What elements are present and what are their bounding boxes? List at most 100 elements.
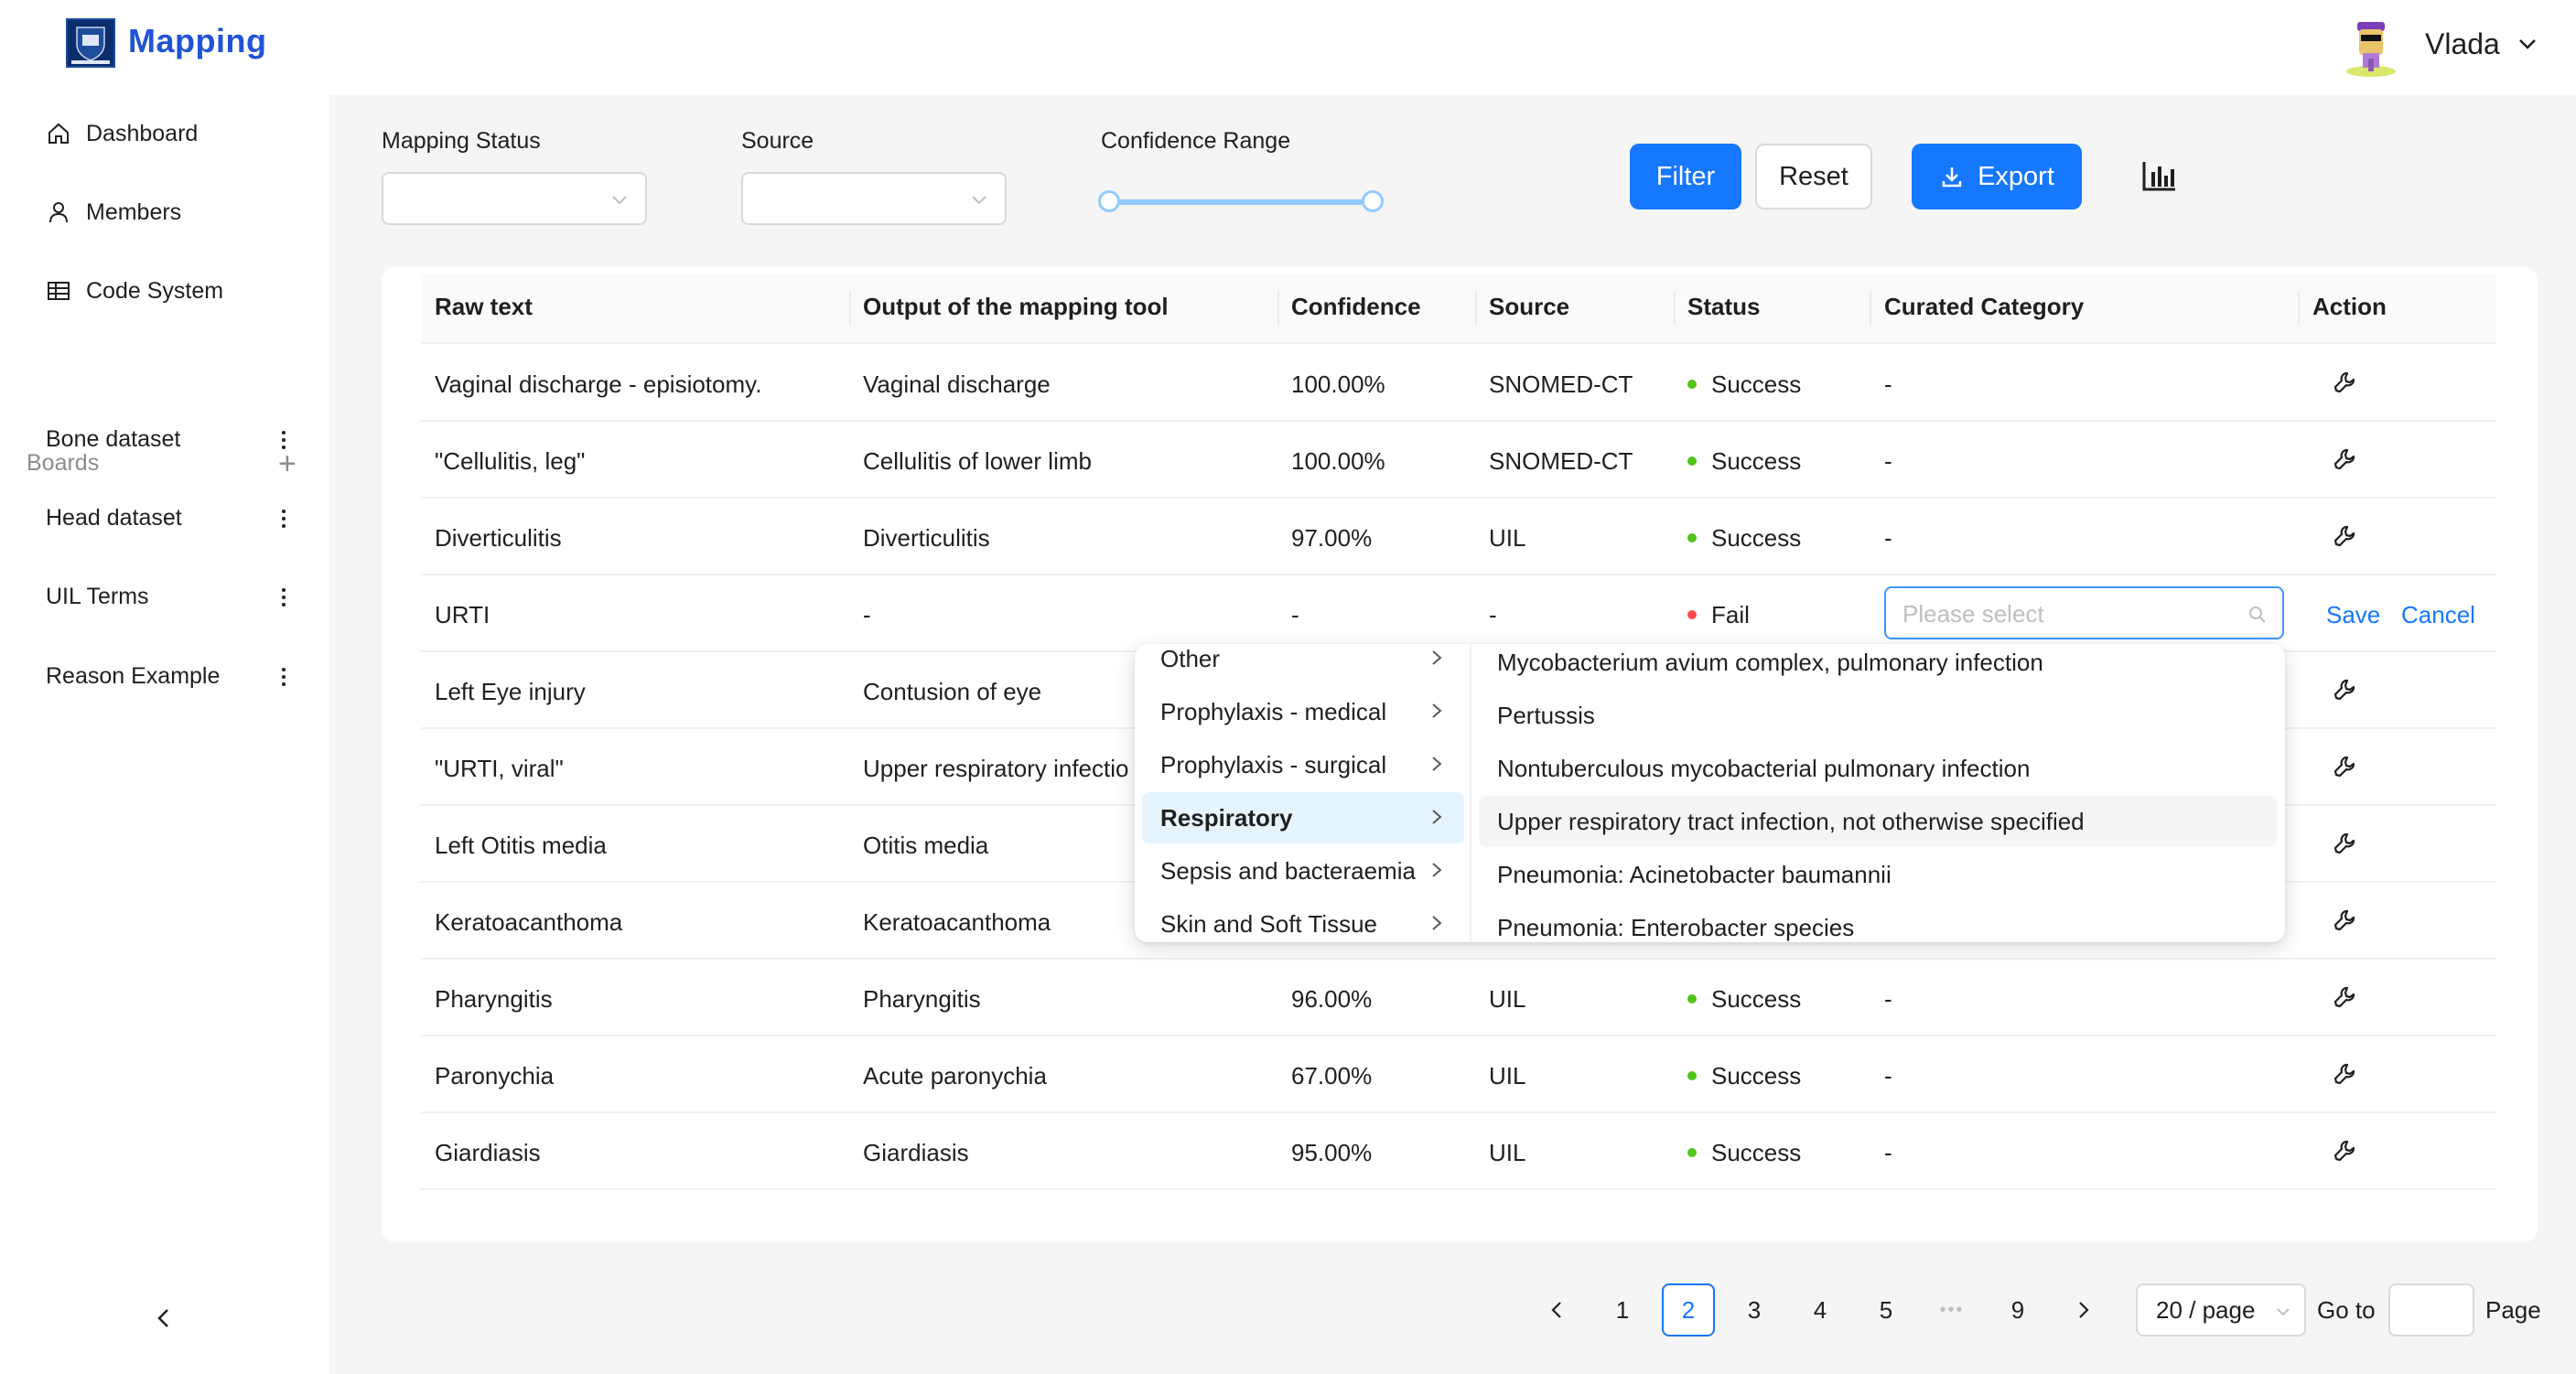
previous-page-icon[interactable] [1547,1299,1567,1321]
home-icon [49,123,69,144]
cell-source: SNOMED-CT [1489,370,1633,398]
page-button-current[interactable]: 2 [1662,1283,1715,1336]
cell-confidence: 100.00% [1291,370,1385,398]
page-button[interactable]: 9 [1991,1283,2044,1336]
confidence-slider-min-handle[interactable] [1098,190,1120,212]
cell-output: Diverticulitis [863,524,990,552]
cancel-button[interactable]: Cancel [2401,601,2475,629]
collapse-sidebar-icon[interactable] [152,1306,176,1330]
wrench-icon[interactable] [2333,370,2356,394]
column-header-raw-text[interactable]: Raw text [435,293,533,321]
table-row [421,422,2496,499]
mapping-status-select[interactable] [382,172,647,225]
page-button[interactable]: 5 [1859,1283,1913,1336]
curated-category-select[interactable] [1884,586,2284,639]
cascader-category-item[interactable]: Prophylaxis - surgical [1142,739,1464,790]
more-vertical-icon[interactable] [275,663,293,691]
status-text: Fail [1711,601,1750,628]
filter-button[interactable]: Filter [1630,144,1741,209]
app-title[interactable]: Mapping [128,22,266,60]
column-header-status[interactable]: Status [1687,293,1760,321]
cascader-option[interactable]: Pneumonia: Enterobacter species [1479,902,2277,942]
cascader-category-label: Skin and Soft Tissue [1160,909,1378,938]
cascader-category-item[interactable]: Prophylaxis - medical [1142,686,1464,737]
column-divider [1870,291,1871,326]
confidence-slider-max-handle[interactable] [1362,190,1384,212]
column-header-source[interactable]: Source [1489,293,1569,321]
board-item[interactable]: UIL Terms [46,584,149,610]
cascader-category-item-active[interactable]: Respiratory [1142,792,1464,843]
bar-chart-icon[interactable] [2141,159,2178,192]
wrench-icon[interactable] [2333,524,2356,548]
more-vertical-icon[interactable] [275,426,293,454]
column-header-confidence[interactable]: Confidence [1291,293,1421,321]
column-divider [1277,291,1279,326]
cell-raw-text: Paronychia [435,1062,555,1090]
source-select[interactable] [741,172,1007,225]
export-button[interactable]: Export [1912,144,2082,209]
board-item[interactable]: Head dataset [46,505,182,531]
wrench-icon[interactable] [2333,908,2356,932]
user-name[interactable]: Vlada [2425,27,2500,61]
add-board-button[interactable]: + [278,448,296,479]
university-logo [66,18,115,68]
cell-source: UIL [1489,985,1526,1013]
page-size-value: 20 / page [2156,1295,2256,1324]
column-divider [849,291,851,326]
user-avatar[interactable] [2344,16,2398,77]
chevron-right-icon [1432,916,1442,930]
next-page-icon[interactable] [2074,1299,2094,1321]
cascader-option[interactable]: Nontuberculous mycobacterial pulmonary i… [1479,743,2277,794]
page-ellipsis[interactable]: ••• [1925,1283,1978,1336]
wrench-icon[interactable] [2333,755,2356,778]
chevron-down-icon [2277,1308,2290,1316]
status-badge: Success [1687,447,1801,476]
cell-confidence: 95.00% [1291,1139,1373,1166]
wrench-icon[interactable] [2333,1062,2356,1086]
page-button[interactable]: 3 [1728,1283,1781,1336]
sidebar-item-members[interactable]: Members [46,194,181,231]
cascader-option-hovered[interactable]: Upper respiratory tract infection, not o… [1479,796,2277,847]
status-badge: Success [1687,524,1801,553]
confidence-slider-track[interactable] [1109,199,1373,205]
column-header-curated-category[interactable]: Curated Category [1884,293,2084,321]
status-badge: Fail [1687,601,1750,629]
sidebar-item-code-system[interactable]: Code System [46,273,223,309]
wrench-icon[interactable] [2333,1139,2356,1163]
wrench-icon[interactable] [2333,832,2356,855]
sidebar-item-dashboard[interactable]: Dashboard [46,115,198,152]
goto-page-input[interactable] [2388,1283,2474,1336]
category-cascader-dropdown: Other Prophylaxis - medical Prophylaxis … [1135,644,2285,942]
page-size-select[interactable]: 20 / page [2136,1283,2306,1336]
cascader-category-item[interactable]: Skin and Soft Tissue [1142,898,1464,942]
column-header-output[interactable]: Output of the mapping tool [863,293,1169,321]
reset-button[interactable]: Reset [1755,144,1872,209]
cell-curated-category: - [1884,1062,1892,1090]
save-button[interactable]: Save [2326,601,2380,629]
cell-output: - [863,601,871,628]
cascader-category-label: Prophylaxis - surgical [1160,750,1387,778]
chevron-down-icon [972,196,986,205]
status-text: Success [1711,1062,1802,1090]
board-item[interactable]: Bone dataset [46,426,180,453]
source-label: Source [741,128,814,154]
more-vertical-icon[interactable] [275,505,293,532]
board-item[interactable]: Reason Example [46,663,220,690]
chevron-down-icon[interactable] [2517,33,2538,55]
curated-category-search-input[interactable] [1902,597,2232,630]
cascader-option[interactable]: Pertussis [1479,690,2277,741]
cell-curated-category: - [1884,447,1892,475]
confidence-range-label: Confidence Range [1101,128,1291,154]
page-button[interactable]: 4 [1794,1283,1847,1336]
cascader-category-item[interactable]: Sepsis and bacteraemia [1142,845,1464,896]
cascader-category-item[interactable]: Other [1142,644,1464,684]
status-dot [1687,1071,1697,1081]
wrench-icon[interactable] [2333,678,2356,702]
cascader-option[interactable]: Mycobacterium avium complex, pulmonary i… [1479,644,2277,688]
cell-output: Keratoacanthoma [863,908,1051,936]
wrench-icon[interactable] [2333,985,2356,1009]
wrench-icon[interactable] [2333,447,2356,471]
cascader-option[interactable]: Pneumonia: Acinetobacter baumannii [1479,849,2277,900]
more-vertical-icon[interactable] [275,584,293,611]
page-button[interactable]: 1 [1596,1283,1649,1336]
